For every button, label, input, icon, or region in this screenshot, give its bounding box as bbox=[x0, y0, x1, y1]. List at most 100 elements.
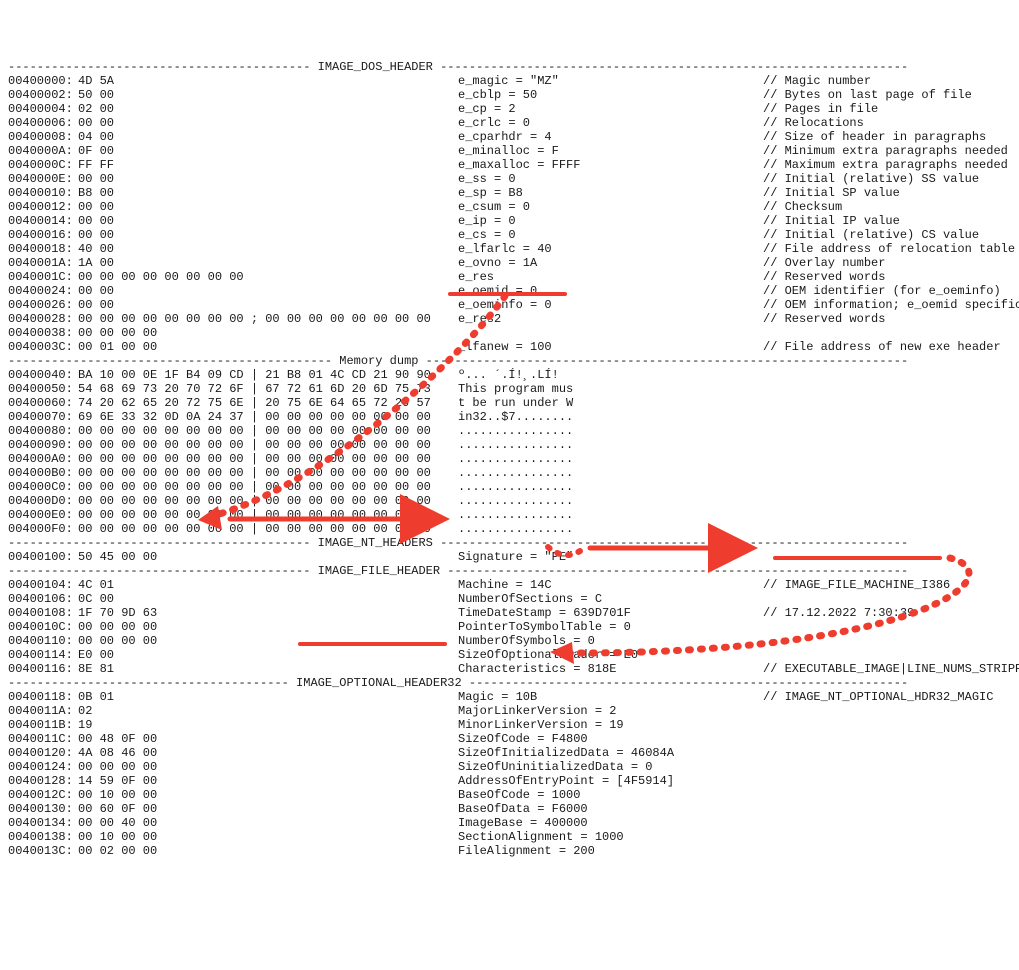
comment-cell bbox=[763, 732, 1011, 746]
field-cell: _lfanew = 100 bbox=[458, 340, 763, 354]
hex-cell: 4C 01 bbox=[78, 578, 458, 592]
memory-row: 00400050:54 68 69 73 20 70 72 6F | 67 72… bbox=[8, 382, 1011, 396]
hex-cell: 8E 81 bbox=[78, 662, 458, 676]
address-cell: 00400108: bbox=[8, 606, 78, 620]
hex-row: 0040011B:19MinorLinkerVersion = 19 bbox=[8, 718, 1011, 732]
comment-cell bbox=[763, 704, 1011, 718]
address-cell: 00400100: bbox=[8, 550, 78, 564]
address-cell: 0040011C: bbox=[8, 732, 78, 746]
field-cell: e_lfarlc = 40 bbox=[458, 242, 763, 256]
memory-row: 004000F0:00 00 00 00 00 00 00 00 | 00 00… bbox=[8, 522, 1011, 536]
comment-cell bbox=[763, 774, 1011, 788]
hex-cell: 00 01 00 00 bbox=[78, 340, 458, 354]
hex-row: 00400100:50 45 00 00Signature = "PE" bbox=[8, 550, 1011, 564]
field-cell: SizeOfInitializedData = 46084A bbox=[458, 746, 763, 760]
address-cell: 004000B0: bbox=[8, 466, 78, 480]
comment-cell bbox=[763, 522, 1011, 536]
comment-cell bbox=[763, 368, 1011, 382]
hex-cell: 00 00 00 00 00 00 00 00 | 00 00 00 00 00… bbox=[78, 494, 458, 508]
hex-row: 0040001C:00 00 00 00 00 00 00 00e_res// … bbox=[8, 270, 1011, 284]
hex-cell: 50 00 bbox=[78, 88, 458, 102]
field-cell: e_crlc = 0 bbox=[458, 116, 763, 130]
comment-cell bbox=[763, 802, 1011, 816]
comment-cell bbox=[763, 438, 1011, 452]
hex-cell: 00 00 bbox=[78, 284, 458, 298]
hex-cell: E0 00 bbox=[78, 648, 458, 662]
comment-cell: // Initial (relative) CS value bbox=[763, 228, 1011, 242]
hex-cell: 04 00 bbox=[78, 130, 458, 144]
comment-cell: // Reserved words bbox=[763, 312, 1011, 326]
comment-cell bbox=[763, 466, 1011, 480]
comment-cell: // Relocations bbox=[763, 116, 1011, 130]
comment-cell bbox=[763, 410, 1011, 424]
address-cell: 0040001C: bbox=[8, 270, 78, 284]
field-cell: ................ bbox=[458, 466, 763, 480]
field-cell: Machine = 14C bbox=[458, 578, 763, 592]
field-cell: ................ bbox=[458, 438, 763, 452]
memory-row: 00400070:69 6E 33 32 0D 0A 24 37 | 00 00… bbox=[8, 410, 1011, 424]
comment-cell: // IMAGE_NT_OPTIONAL_HDR32_MAGIC bbox=[763, 690, 1011, 704]
hex-row: 00400116:8E 81Characteristics = 818E// E… bbox=[8, 662, 1011, 676]
hex-cell: 0C 00 bbox=[78, 592, 458, 606]
comment-cell bbox=[763, 746, 1011, 760]
hex-row: 00400006:00 00e_crlc = 0// Relocations bbox=[8, 116, 1011, 130]
hex-cell: 4D 5A bbox=[78, 74, 458, 88]
hex-cell: 00 00 00 00 bbox=[78, 634, 458, 648]
comment-cell bbox=[763, 550, 1011, 564]
memory-row: 00400090:00 00 00 00 00 00 00 00 | 00 00… bbox=[8, 438, 1011, 452]
comment-cell bbox=[763, 494, 1011, 508]
comment-cell bbox=[763, 326, 1011, 340]
memory-row: 004000B0:00 00 00 00 00 00 00 00 | 00 00… bbox=[8, 466, 1011, 480]
address-cell: 0040003C: bbox=[8, 340, 78, 354]
hex-cell: 00 00 bbox=[78, 116, 458, 130]
hex-cell: 00 00 00 00 00 00 00 00 | 00 00 00 00 00… bbox=[78, 424, 458, 438]
hex-row: 00400130:00 60 0F 00BaseOfData = F6000 bbox=[8, 802, 1011, 816]
field-cell: This program mus bbox=[458, 382, 763, 396]
hex-cell: 00 00 00 00 00 00 00 00 ; 00 00 00 00 00… bbox=[78, 312, 458, 326]
address-cell: 00400018: bbox=[8, 242, 78, 256]
comment-cell bbox=[763, 634, 1011, 648]
hex-cell: 00 00 00 00 bbox=[78, 326, 458, 340]
address-cell: 00400028: bbox=[8, 312, 78, 326]
field-cell: Characteristics = 818E bbox=[458, 662, 763, 676]
address-cell: 0040000E: bbox=[8, 172, 78, 186]
field-cell: PointerToSymbolTable = 0 bbox=[458, 620, 763, 634]
hex-cell: 00 00 00 00 bbox=[78, 620, 458, 634]
hex-row: 0040000E:00 00e_ss = 0// Initial (relati… bbox=[8, 172, 1011, 186]
address-cell: 00400026: bbox=[8, 298, 78, 312]
hex-cell: 02 bbox=[78, 704, 458, 718]
memory-row: 004000C0:00 00 00 00 00 00 00 00 | 00 00… bbox=[8, 480, 1011, 494]
address-cell: 00400106: bbox=[8, 592, 78, 606]
hex-row: 00400118:0B 01Magic = 10B// IMAGE_NT_OPT… bbox=[8, 690, 1011, 704]
hex-row: 00400038:00 00 00 00 bbox=[8, 326, 1011, 340]
field-cell: Signature = "PE" bbox=[458, 550, 763, 564]
field-cell: e_cs = 0 bbox=[458, 228, 763, 242]
hex-cell: 74 20 62 65 20 72 75 6E | 20 75 6E 64 65… bbox=[78, 396, 458, 410]
address-cell: 00400050: bbox=[8, 382, 78, 396]
address-cell: 00400024: bbox=[8, 284, 78, 298]
field-cell: MinorLinkerVersion = 19 bbox=[458, 718, 763, 732]
hex-row: 0040011C:00 48 0F 00SizeOfCode = F4800 bbox=[8, 732, 1011, 746]
address-cell: 0040000A: bbox=[8, 144, 78, 158]
memory-row: 00400040:BA 10 00 0E 1F B4 09 CD | 21 B8… bbox=[8, 368, 1011, 382]
hex-row: 00400018:40 00e_lfarlc = 40// File addre… bbox=[8, 242, 1011, 256]
field-cell bbox=[458, 326, 763, 340]
address-cell: 00400080: bbox=[8, 424, 78, 438]
memory-row: 004000D0:00 00 00 00 00 00 00 00 | 00 00… bbox=[8, 494, 1011, 508]
field-cell: MajorLinkerVersion = 2 bbox=[458, 704, 763, 718]
field-cell: SizeOfCode = F4800 bbox=[458, 732, 763, 746]
hex-row: 0040001A:1A 00e_ovno = 1A// Overlay numb… bbox=[8, 256, 1011, 270]
hex-row: 00400002:50 00e_cblp = 50// Bytes on las… bbox=[8, 88, 1011, 102]
field-cell: AddressOfEntryPoint = [4F5914] bbox=[458, 774, 763, 788]
address-cell: 00400114: bbox=[8, 648, 78, 662]
hex-cell: 00 00 00 00 00 00 00 00 | 00 00 00 00 00… bbox=[78, 452, 458, 466]
address-cell: 00400090: bbox=[8, 438, 78, 452]
address-cell: 0040011A: bbox=[8, 704, 78, 718]
hex-cell: 50 45 00 00 bbox=[78, 550, 458, 564]
comment-cell bbox=[763, 648, 1011, 662]
address-cell: 00400002: bbox=[8, 88, 78, 102]
field-cell: t be run under W bbox=[458, 396, 763, 410]
hex-row: 00400124:00 00 00 00SizeOfUninitializedD… bbox=[8, 760, 1011, 774]
hex-cell: 40 00 bbox=[78, 242, 458, 256]
field-cell: º... ´.Í!¸.LÍ! bbox=[458, 368, 763, 382]
